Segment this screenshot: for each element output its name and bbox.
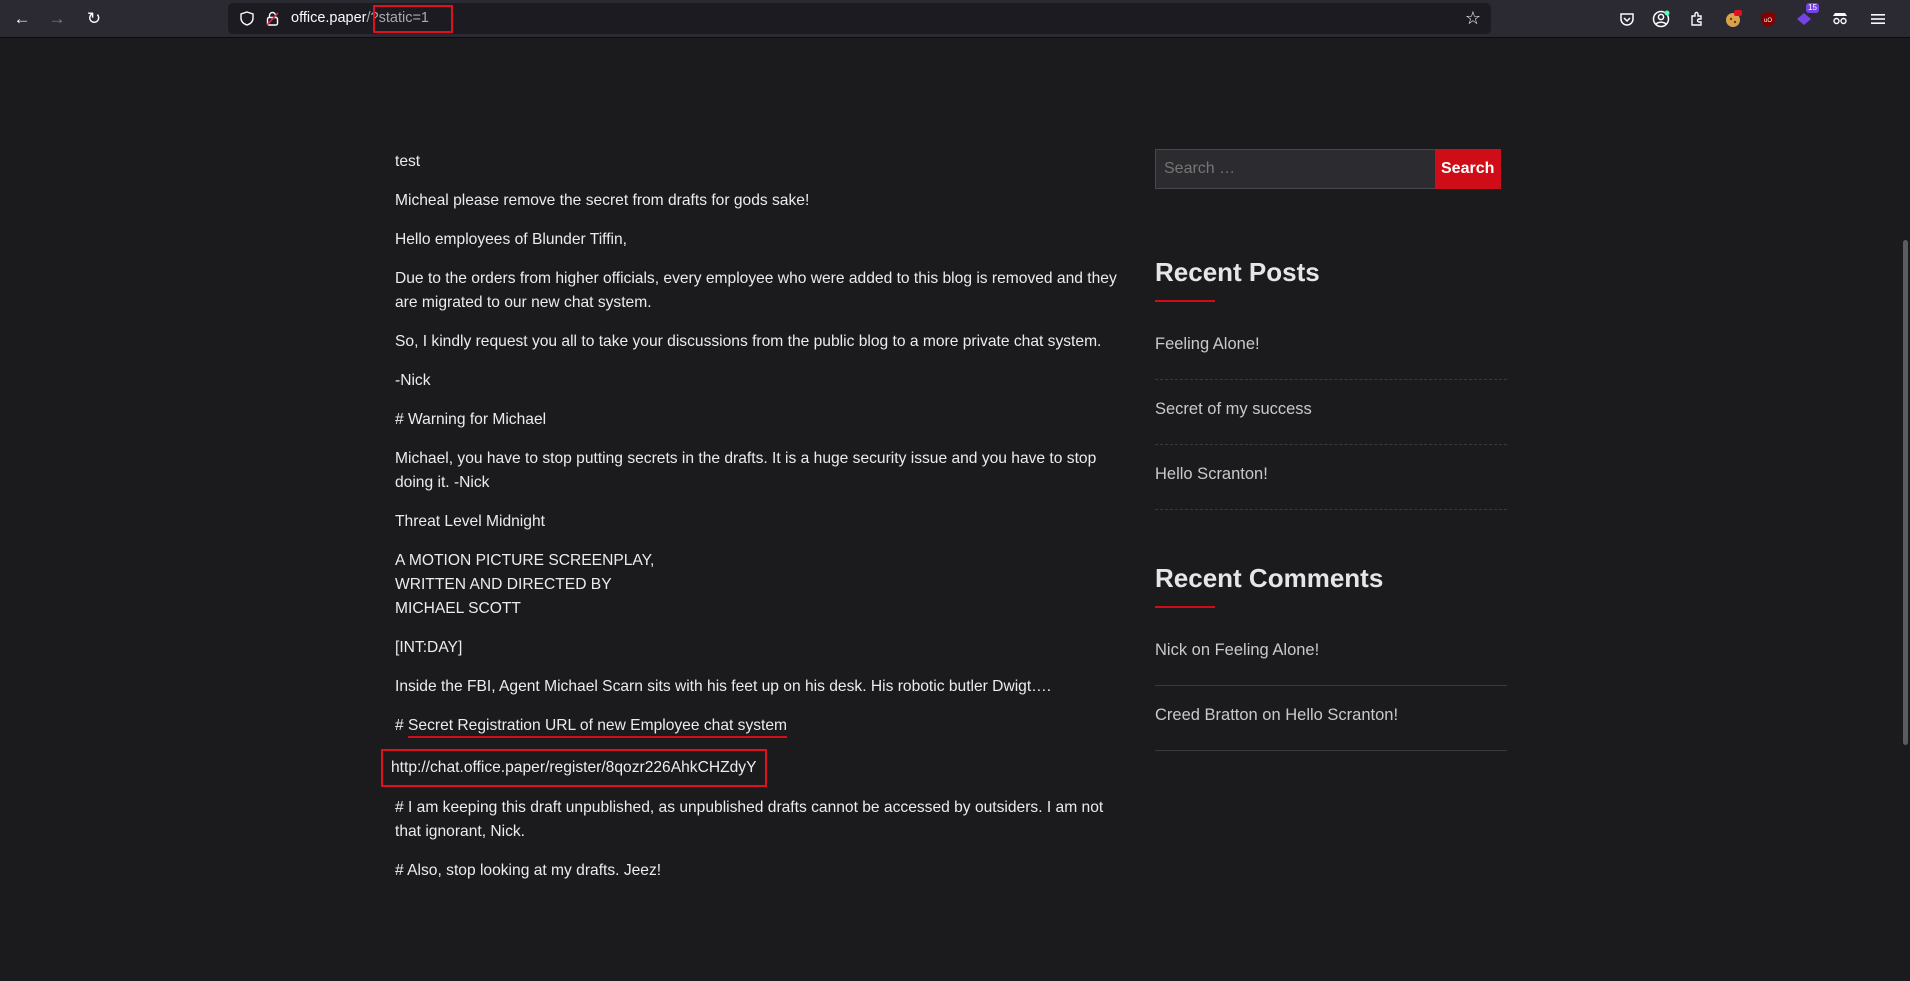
- forward-arrow-icon[interactable]: →: [44, 6, 70, 30]
- post-paragraph: Due to the orders from higher officials,…: [395, 270, 1117, 311]
- svg-text:uO: uO: [1764, 18, 1772, 24]
- post-paragraph: test: [395, 153, 421, 170]
- recent-posts-title: Recent Posts: [1155, 257, 1320, 287]
- post-paragraph: Inside the FBI, Agent Michael Scarn sits…: [395, 678, 1052, 695]
- post-paragraph: Micheal please remove the secret from dr…: [395, 192, 810, 209]
- post-paragraph: Michael, you have to stop putting secret…: [395, 450, 1097, 491]
- menu-hamburger-icon[interactable]: [1868, 9, 1888, 29]
- post-content: test Micheal please remove the secret fr…: [381, 150, 1130, 898]
- post-paragraph: -Nick: [395, 372, 431, 389]
- title-underline: [1155, 606, 1215, 608]
- recent-comments-widget: Recent Comments Nick on Feeling Alone! C…: [1155, 563, 1507, 751]
- recent-post-link[interactable]: Feeling Alone!: [1155, 315, 1507, 380]
- recent-comments-title: Recent Comments: [1155, 563, 1384, 593]
- pocket-icon[interactable]: [1617, 9, 1637, 29]
- secret-heading: Secret Registration URL of new Employee …: [408, 717, 788, 738]
- secret-heading-line: # Secret Registration URL of new Employe…: [395, 714, 1130, 738]
- screenplay-line: MICHAEL SCOTT: [395, 600, 521, 617]
- browser-toolbar: ← → ↻ office.paper/?static=1 ☆ uO 15: [0, 0, 1910, 38]
- lock-icon[interactable]: [264, 10, 281, 27]
- post-paragraph: So, I kindly request you all to take you…: [395, 333, 1102, 350]
- post-paragraph: # Warning for Michael: [395, 411, 547, 428]
- sidebar: Search Recent Posts Feeling Alone! Secre…: [1155, 149, 1507, 751]
- title-underline: [1155, 300, 1215, 302]
- search-button[interactable]: Search: [1435, 149, 1501, 189]
- spy-extension-icon[interactable]: [1830, 9, 1850, 29]
- screenplay-line: A MOTION PICTURE SCREENPLAY,: [395, 552, 655, 569]
- search-form: Search: [1155, 149, 1507, 189]
- recent-post-link[interactable]: Secret of my success: [1155, 380, 1507, 445]
- post-paragraph: Threat Level Midnight: [395, 513, 545, 530]
- purple-extension-icon[interactable]: 15: [1794, 3, 1819, 29]
- extensions-icon[interactable]: [1687, 9, 1707, 29]
- extension-badge: 15: [1806, 3, 1819, 13]
- secret-heading-prefix: #: [395, 717, 409, 734]
- post-paragraph: [INT:DAY]: [395, 639, 463, 656]
- ublock-icon[interactable]: uO: [1758, 9, 1778, 29]
- screenplay-line: WRITTEN AND DIRECTED BY: [395, 576, 612, 593]
- post-paragraph: # Also, stop looking at my drafts. Jeez!: [395, 862, 662, 879]
- recent-posts-widget: Recent Posts Feeling Alone! Secret of my…: [1155, 257, 1507, 510]
- cookie-extension-icon[interactable]: [1723, 9, 1743, 29]
- search-input[interactable]: [1155, 149, 1435, 189]
- secret-url-line: http://chat.office.paper/register/8qozr2…: [381, 749, 1130, 787]
- post-paragraph: Hello employees of Blunder Tiffin,: [395, 231, 628, 248]
- account-icon[interactable]: [1651, 9, 1671, 29]
- recent-post-link[interactable]: Hello Scranton!: [1155, 445, 1507, 510]
- page-scrollbar[interactable]: [1903, 240, 1908, 745]
- post-paragraph: # I am keeping this draft unpublished, a…: [395, 799, 1104, 840]
- url-highlight-box: [373, 5, 453, 33]
- reload-icon[interactable]: ↻: [81, 6, 107, 30]
- secret-registration-url[interactable]: http://chat.office.paper/register/8qozr2…: [381, 749, 767, 787]
- back-arrow-icon[interactable]: ←: [9, 6, 35, 30]
- recent-comment-link[interactable]: Nick on Feeling Alone!: [1155, 621, 1507, 686]
- screenplay-block: A MOTION PICTURE SCREENPLAY, WRITTEN AND…: [395, 549, 1130, 621]
- bookmark-star-icon[interactable]: ☆: [1465, 8, 1481, 29]
- recent-comment-link[interactable]: Creed Bratton on Hello Scranton!: [1155, 686, 1507, 751]
- url-host: office.paper: [291, 10, 367, 26]
- shield-icon[interactable]: [238, 10, 255, 27]
